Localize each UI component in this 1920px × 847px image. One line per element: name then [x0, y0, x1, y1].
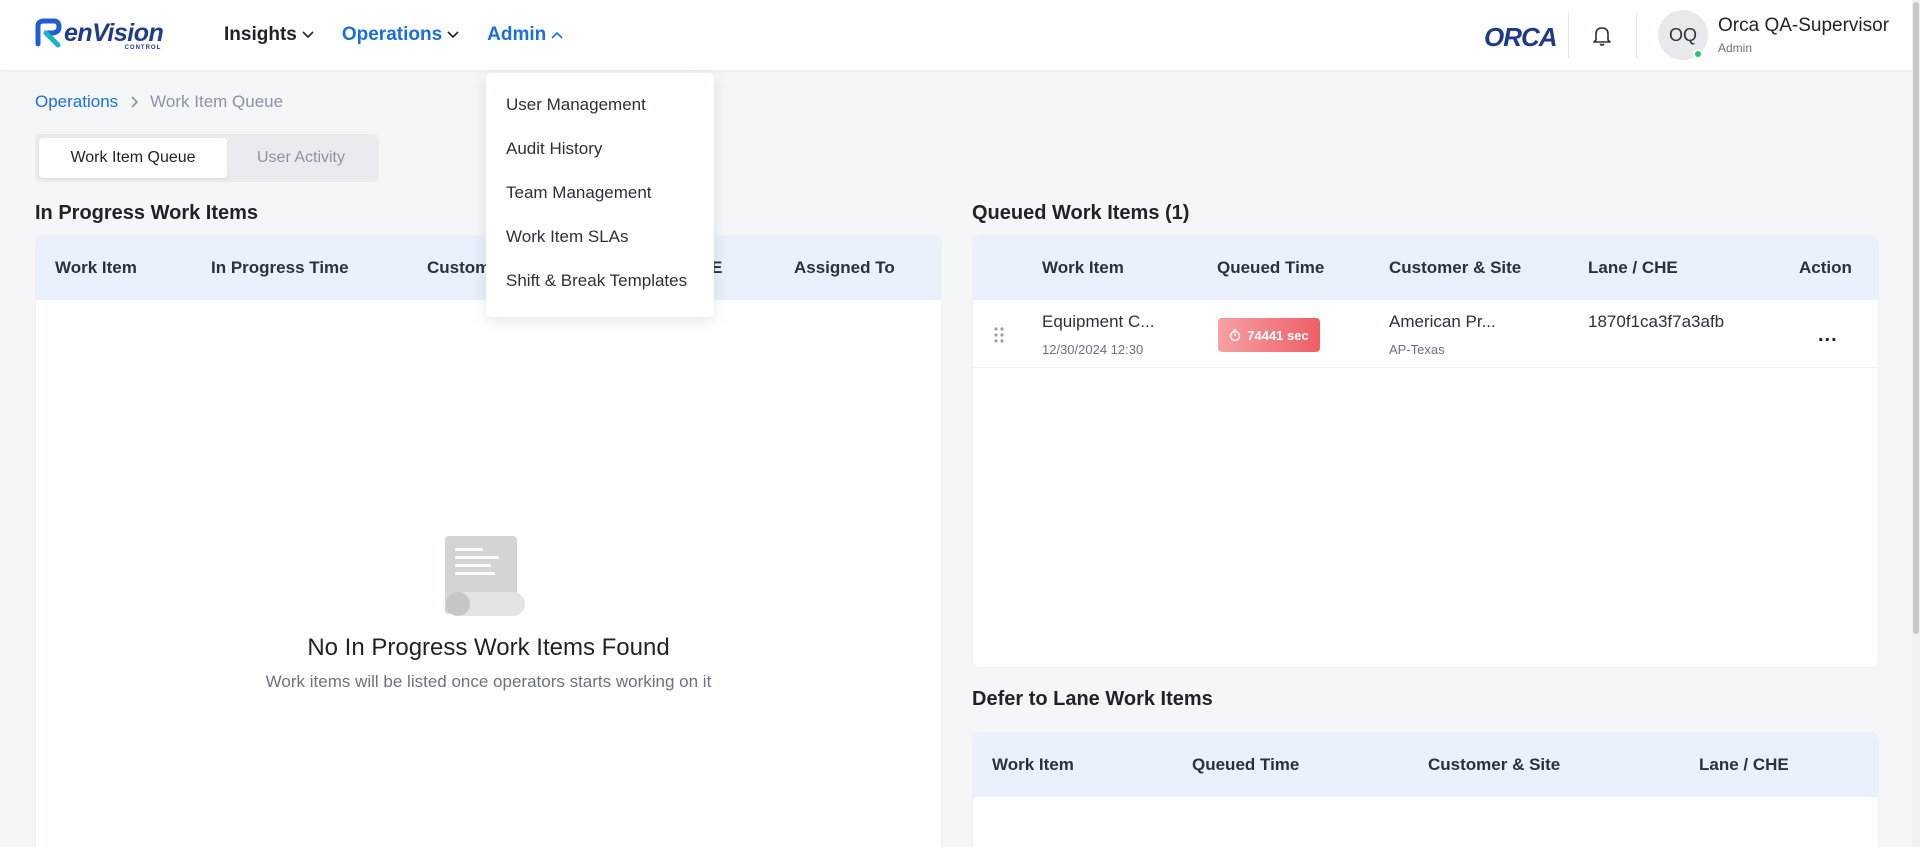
empty-state-subtitle: Work items will be listed once operators…	[265, 672, 712, 691]
column-header[interactable]: Assigned To	[794, 258, 895, 278]
table-row[interactable]: Equipment C... 12/30/2024 12:30 74441 se…	[973, 300, 1878, 368]
logo-subtitle: CONTROL	[124, 44, 162, 51]
queued-table: Work Item Queued Time Customer & Site La…	[972, 235, 1879, 668]
menu-item-shift-break-templates[interactable]: Shift & Break Templates	[486, 259, 714, 303]
envision-logo-icon	[35, 18, 62, 48]
column-header[interactable]: Customer & Site	[1428, 755, 1560, 775]
work-item-name[interactable]: Equipment C...	[1042, 312, 1154, 332]
column-header[interactable]: Queued Time	[1217, 258, 1324, 278]
bell-icon[interactable]	[1590, 23, 1614, 47]
queued-time-value: 74441 sec	[1247, 327, 1309, 343]
drag-handle-icon[interactable]	[993, 326, 1005, 344]
document-icon	[445, 536, 525, 616]
view-tabs: Work Item Queue User Activity	[35, 134, 379, 182]
column-header[interactable]: Custom	[427, 258, 490, 278]
header-divider	[1568, 12, 1569, 58]
nav-operations-label: Operations	[341, 24, 443, 45]
user-name[interactable]: Orca QA-Supervisor	[1718, 15, 1889, 37]
column-header[interactable]: Queued Time	[1192, 755, 1299, 775]
online-status-dot	[1693, 49, 1703, 59]
nav-operations[interactable]: Operations	[342, 24, 459, 46]
menu-item-audit-history[interactable]: Audit History	[486, 127, 714, 171]
column-header[interactable]: In Progress Time	[211, 258, 349, 278]
header-divider	[1636, 12, 1637, 58]
tab-user-activity[interactable]: User Activity	[227, 138, 375, 178]
orca-brand-logo: ORCA	[1484, 22, 1558, 52]
breadcrumb-current: Work Item Queue	[150, 92, 284, 111]
menu-item-work-item-slas[interactable]: Work Item SLAs	[486, 215, 714, 259]
in-progress-table: Work Item In Progress Time Custom E Assi…	[35, 235, 942, 847]
column-header[interactable]: Work Item	[1042, 258, 1124, 278]
logo-name: enVision	[64, 18, 164, 47]
admin-dropdown-menu: User Management Audit History Team Manag…	[486, 73, 714, 317]
menu-item-team-management[interactable]: Team Management	[486, 171, 714, 215]
row-actions-button[interactable]: ...	[1818, 324, 1838, 347]
chevron-down-icon	[302, 31, 314, 39]
breadcrumb: Operations Work Item Queue	[35, 92, 283, 112]
nav-admin-label: Admin	[487, 24, 547, 45]
work-item-date: 12/30/2024 12:30	[1042, 342, 1144, 357]
lane-che-id: 1870f1ca3f7a3afb	[1588, 312, 1725, 331]
user-role: Admin	[1718, 41, 1753, 55]
nav-admin[interactable]: Admin	[487, 24, 563, 46]
menu-item-user-management[interactable]: User Management	[486, 83, 714, 127]
queued-time-badge: 74441 sec	[1218, 318, 1320, 352]
column-header[interactable]: Action	[1799, 258, 1852, 278]
chevron-right-icon	[131, 96, 139, 108]
site-name: AP-Texas	[1389, 342, 1445, 357]
defer-title: Defer to Lane Work Items	[972, 688, 1213, 710]
main-nav: Insights Operations Admin	[224, 0, 591, 70]
page-scrollbar-thumb[interactable]	[1913, 2, 1919, 634]
nav-insights[interactable]: Insights	[224, 24, 314, 46]
column-header[interactable]: Work Item	[992, 755, 1074, 775]
empty-state-title: No In Progress Work Items Found	[307, 634, 670, 661]
queued-title: Queued Work Items (1)	[972, 202, 1190, 224]
column-header[interactable]: Work Item	[55, 258, 137, 278]
column-header[interactable]: Lane / CHE	[1588, 258, 1678, 278]
chevron-up-icon	[551, 31, 563, 39]
in-progress-title: In Progress Work Items	[35, 202, 259, 224]
timer-icon	[1230, 329, 1241, 341]
table-header: Work Item Queued Time Customer & Site La…	[973, 733, 1878, 797]
top-navbar: enVision CONTROL Insights Operations Adm…	[0, 0, 1920, 70]
breadcrumb-operations-link[interactable]: Operations	[35, 92, 118, 112]
customer-name: American Pr...	[1389, 312, 1496, 331]
column-header[interactable]: Customer & Site	[1389, 258, 1521, 278]
nav-insights-label: Insights	[224, 24, 297, 45]
chevron-down-icon	[447, 31, 459, 39]
defer-table: Work Item Queued Time Customer & Site La…	[972, 732, 1879, 847]
column-header[interactable]: Lane / CHE	[1699, 755, 1789, 775]
envision-logo[interactable]: enVision CONTROL	[34, 18, 164, 51]
table-header: Work Item Queued Time Customer & Site La…	[973, 236, 1878, 300]
tab-work-item-queue[interactable]: Work Item Queue	[39, 138, 227, 178]
